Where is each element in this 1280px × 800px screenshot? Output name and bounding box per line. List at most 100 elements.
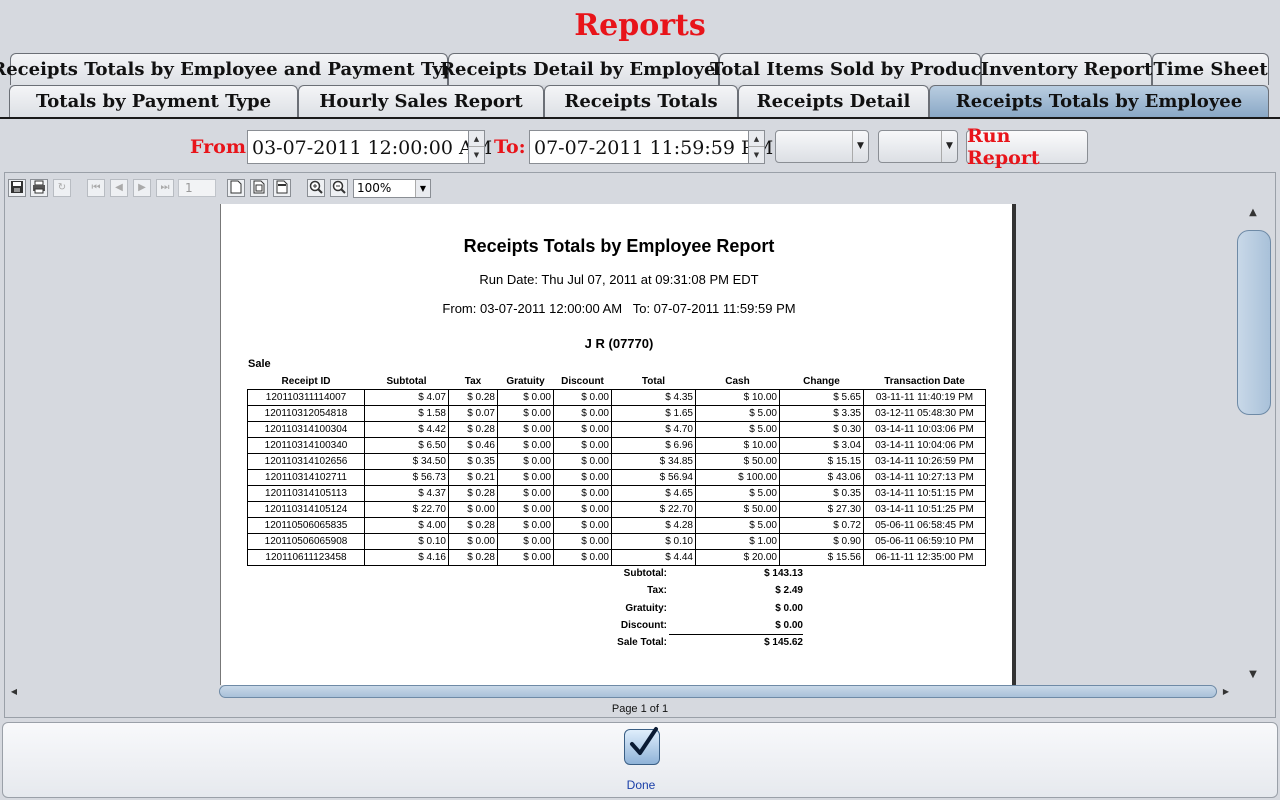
scroll-down-icon[interactable]: ▼ — [1235, 666, 1271, 684]
first-page-icon[interactable]: ⏮ — [87, 179, 105, 197]
table-cell: 03-14-11 10:51:15 PM — [863, 484, 986, 502]
tab-inventory-report[interactable]: Inventory Report — [981, 53, 1152, 85]
zoom-in-icon[interactable] — [307, 179, 325, 197]
table-row: 120110314102711 $ 56.73 $ 0.21 $ 0.00 $ 0.00… — [247, 468, 986, 486]
table-cell: $ 0.90 — [779, 532, 864, 550]
table-cell: $ 0.00 — [553, 420, 612, 438]
report-canvas: Receipts Totals by Employee Report Run D… — [6, 204, 1234, 685]
print-icon[interactable] — [30, 179, 48, 197]
table-cell: 120110314105124 — [247, 500, 365, 518]
table-cell: 06-11-11 12:35:00 PM — [863, 548, 986, 566]
table-cell: $ 1.58 — [364, 404, 449, 422]
column-header: Gratuity — [506, 375, 545, 387]
from-label: From: — [190, 136, 253, 158]
zoom-select[interactable]: 100% ▼ — [353, 179, 431, 198]
subtotal-label: Subtotal: — [623, 568, 667, 579]
table-cell: $ 1.65 — [611, 404, 696, 422]
horizontal-scroll-thumb[interactable] — [219, 685, 1217, 698]
run-report-button[interactable]: Run Report — [966, 125, 1088, 169]
chevron-down-icon[interactable]: ▼ — [941, 131, 957, 162]
table-cell: 03-14-11 10:04:06 PM — [863, 436, 986, 454]
table-cell: $ 0.00 — [553, 404, 612, 422]
tab-total-items-sold-by-product[interactable]: Total Items Sold by Product — [710, 53, 990, 85]
previous-page-icon[interactable]: ◀ — [110, 179, 128, 197]
vertical-scrollbar[interactable]: ▲ ▼ — [1235, 204, 1271, 685]
table-cell: 120110314105113 — [247, 484, 365, 502]
table-cell: 120110312054818 — [247, 404, 365, 422]
table-cell: $ 0.30 — [779, 420, 864, 438]
horizontal-scrollbar[interactable]: ◀ ▶ — [5, 685, 1237, 699]
tab-receipts-totals-by-employee-and-payment-type[interactable]: Receipts Totals by Employee and Payment … — [0, 53, 467, 85]
tab-time-sheet[interactable]: Time Sheet — [1152, 53, 1269, 85]
gratuity-value: $ 0.00 — [775, 603, 803, 614]
page-status: Page 1 of 1 — [611, 703, 669, 715]
tab-row-bottom: Totals by Payment Type Hourly Sales Repo… — [9, 85, 1270, 117]
chevron-down-icon[interactable]: ▼ — [415, 180, 430, 197]
vertical-scroll-thumb[interactable] — [1237, 230, 1271, 415]
column-header: Change — [803, 375, 840, 387]
scroll-up-icon[interactable]: ▲ — [1235, 204, 1271, 222]
table-cell: 03-12-11 05:48:30 PM — [863, 404, 986, 422]
tab-hourly-sales-report[interactable]: Hourly Sales Report — [298, 85, 544, 117]
gratuity-label: Gratuity: — [625, 603, 667, 614]
page-number-input[interactable]: 1 — [178, 179, 216, 197]
chevron-down-icon[interactable]: ▼ — [852, 131, 868, 162]
table-cell: $ 22.70 — [611, 500, 696, 518]
spinner-down-icon[interactable]: ▼ — [469, 147, 484, 163]
save-icon[interactable] — [8, 179, 26, 197]
receipts-table: Receipt ID Subtotal Tax Gratuity Discoun… — [247, 374, 986, 566]
table-cell: 120110311114007 — [247, 388, 365, 406]
spinner-up-icon[interactable]: ▲ — [749, 131, 764, 147]
to-label: To: — [494, 136, 526, 158]
table-cell: $ 0.00 — [553, 436, 612, 454]
table-cell: 03-14-11 10:51:25 PM — [863, 500, 986, 518]
table-cell: $ 34.50 — [364, 452, 449, 470]
totals-divider — [669, 634, 803, 635]
table-cell: 120110314100304 — [247, 420, 365, 438]
tab-receipts-totals[interactable]: Receipts Totals — [544, 85, 738, 117]
table-cell: $ 0.00 — [497, 516, 554, 534]
next-page-icon[interactable]: ▶ — [133, 179, 151, 197]
last-page-icon[interactable]: ⏭ — [156, 179, 174, 197]
table-cell: $ 0.35 — [448, 452, 498, 470]
table-cell: 05-06-11 06:58:45 PM — [863, 516, 986, 534]
scroll-left-icon[interactable]: ◀ — [7, 685, 21, 699]
column-header: Transaction Date — [884, 375, 965, 387]
to-date-spinner[interactable]: ▲ ▼ — [748, 130, 765, 164]
table-cell: $ 0.00 — [553, 484, 612, 502]
subtotal-value: $ 143.13 — [764, 568, 803, 579]
filter-combo-2[interactable]: ▼ — [878, 130, 958, 163]
from-date-field[interactable]: 03-07-2011 12:00:00 AM — [247, 130, 492, 164]
tab-receipts-detail[interactable]: Receipts Detail — [738, 85, 929, 117]
from-date-spinner[interactable]: ▲ ▼ — [468, 130, 485, 164]
to-date-field[interactable]: 07-07-2011 11:59:59 PM — [529, 130, 773, 164]
tab-receipts-detail-by-employee[interactable]: Receipts Detail by Employee — [440, 53, 727, 85]
table-cell: $ 6.96 — [611, 436, 696, 454]
fit-page-icon[interactable] — [250, 179, 268, 197]
table-cell: $ 0.72 — [779, 516, 864, 534]
tab-totals-by-payment-type[interactable]: Totals by Payment Type — [9, 85, 298, 117]
sale-total-value: $ 145.62 — [764, 637, 803, 648]
scroll-right-icon[interactable]: ▶ — [1219, 685, 1233, 699]
report-page: Receipts Totals by Employee Report Run D… — [220, 204, 1016, 685]
done-button[interactable]: Done — [611, 727, 671, 795]
table-cell: $ 0.10 — [611, 532, 696, 550]
fit-width-icon[interactable] — [273, 179, 291, 197]
tab-receipts-totals-by-employee[interactable]: Receipts Totals by Employee — [929, 85, 1269, 117]
zoom-out-icon[interactable] — [330, 179, 348, 197]
table-cell: 05-06-11 06:59:10 PM — [863, 532, 986, 550]
table-cell: $ 0.28 — [448, 516, 498, 534]
table-cell: $ 43.06 — [779, 468, 864, 486]
app-title: Reports — [574, 8, 706, 43]
filter-bar: From: 03-07-2011 12:00:00 AM ▲ ▼ To: 07-… — [0, 125, 1280, 169]
spinner-up-icon[interactable]: ▲ — [469, 131, 484, 147]
table-cell: $ 0.10 — [364, 532, 449, 550]
tax-label: Tax: — [647, 585, 667, 596]
table-row: 120110311114007 $ 4.07 $ 0.28 $ 0.00 $ 0.00 $… — [247, 388, 986, 406]
spinner-down-icon[interactable]: ▼ — [749, 147, 764, 163]
table-cell: $ 0.00 — [448, 532, 498, 550]
table-row: 120110312054818 $ 1.58 $ 0.07 $ 0.00 $ 0.00 $… — [247, 404, 986, 422]
actual-size-icon[interactable] — [227, 179, 245, 197]
refresh-icon[interactable]: ↻ — [53, 179, 71, 197]
filter-combo-1[interactable]: ▼ — [775, 130, 869, 163]
